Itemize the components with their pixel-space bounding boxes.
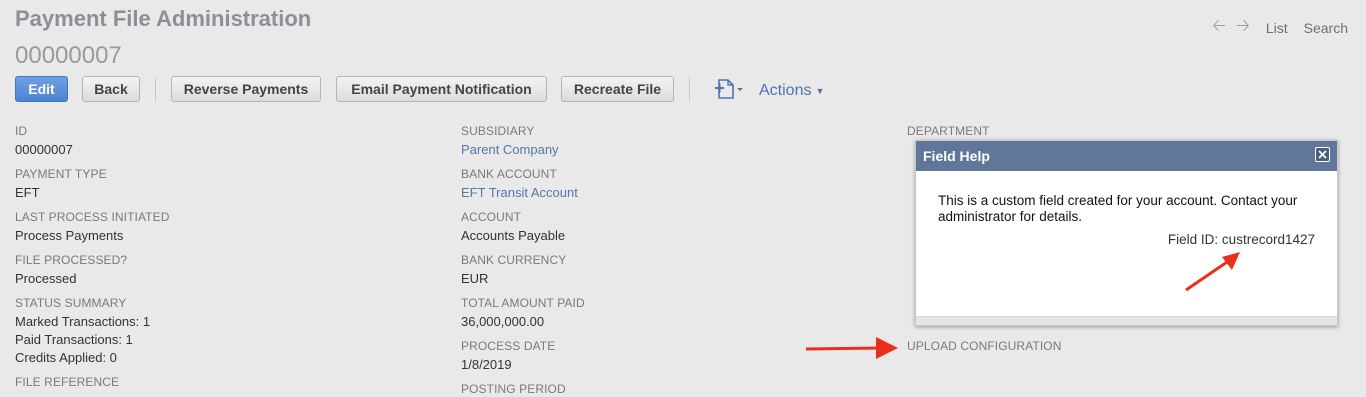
email-payment-notification-button[interactable]: Email Payment Notification xyxy=(336,76,547,102)
record-id: 00000007 xyxy=(15,42,122,69)
recreate-file-button[interactable]: Recreate File xyxy=(561,76,674,102)
field-value: Process Payments xyxy=(15,228,124,243)
field-value: 00000007 xyxy=(15,142,73,157)
field-label: Subsidiary xyxy=(461,124,535,138)
popup-title: Field Help xyxy=(923,148,990,164)
field-label: Last Process Initiated xyxy=(15,210,170,224)
list-link[interactable]: List xyxy=(1266,20,1288,36)
field-label: Process Date xyxy=(461,339,556,353)
upload-configuration-label[interactable]: Upload Configuration xyxy=(907,339,1061,353)
right-arrow-icon[interactable]: 🡢 xyxy=(1236,13,1250,42)
actions-label: Actions xyxy=(759,82,812,99)
field-help-popup: Field Help This is a custom field create… xyxy=(915,140,1338,326)
bank-account-link[interactable]: EFT Transit Account xyxy=(461,184,578,202)
field-id-text: Field ID: custrecord1427 xyxy=(1167,232,1315,247)
annotation-arrow-icon xyxy=(805,337,898,359)
close-icon[interactable] xyxy=(1315,147,1330,162)
annotation-arrow-icon xyxy=(1185,252,1240,292)
field-label: Posting Period xyxy=(461,382,566,396)
left-arrow-icon[interactable]: 🡠 xyxy=(1212,13,1226,42)
field-label: Account xyxy=(461,210,522,224)
status-line: Marked Transactions: 1 xyxy=(15,314,151,329)
field-label: File Reference xyxy=(15,375,120,389)
reverse-payments-button[interactable]: Reverse Payments xyxy=(171,76,321,102)
search-link[interactable]: Search xyxy=(1304,20,1348,36)
field-label: Bank Account xyxy=(461,167,557,181)
field-label: File Processed? xyxy=(15,253,128,267)
status-line: Paid Transactions: 1 xyxy=(15,332,133,347)
field-value: Marked Transactions: 1 Paid Transactions… xyxy=(15,313,150,367)
field-value: 1/8/2019 xyxy=(461,357,512,372)
field-label: ID xyxy=(15,124,28,138)
toolbar-divider xyxy=(689,77,690,101)
field-label: Status Summary xyxy=(15,296,127,310)
field-label: Payment Type xyxy=(15,167,107,181)
field-value: Accounts Payable xyxy=(461,228,566,243)
field-label: Total Amount Paid xyxy=(461,296,585,310)
field-value: EFT xyxy=(15,185,40,200)
field-label: Bank Currency xyxy=(461,253,567,267)
field-label: Department xyxy=(907,124,990,138)
status-line: Credits Applied: 0 xyxy=(15,350,117,365)
subsidiary-link[interactable]: Parent Company xyxy=(461,141,559,159)
field-value: 36,000,000.00 xyxy=(461,314,545,329)
back-button[interactable]: Back xyxy=(82,76,140,102)
toolbar-divider xyxy=(155,77,156,101)
new-document-icon[interactable] xyxy=(713,77,743,101)
page-title: Payment File Administration xyxy=(15,6,312,31)
popup-footer xyxy=(916,316,1337,325)
actions-menu[interactable]: Actions ▼ xyxy=(759,82,824,100)
record-navigation: 🡠 🡢 List Search xyxy=(1212,13,1348,42)
popup-header: Field Help xyxy=(916,141,1337,171)
toolbar: Edit Back Reverse Payments Email Payment… xyxy=(15,75,824,103)
field-value: Processed xyxy=(15,271,77,286)
chevron-down-icon: ▼ xyxy=(815,86,825,96)
edit-button[interactable]: Edit xyxy=(15,76,68,102)
field-value: EUR xyxy=(461,271,489,286)
field-help-message: This is a custom field created for your … xyxy=(938,193,1298,224)
